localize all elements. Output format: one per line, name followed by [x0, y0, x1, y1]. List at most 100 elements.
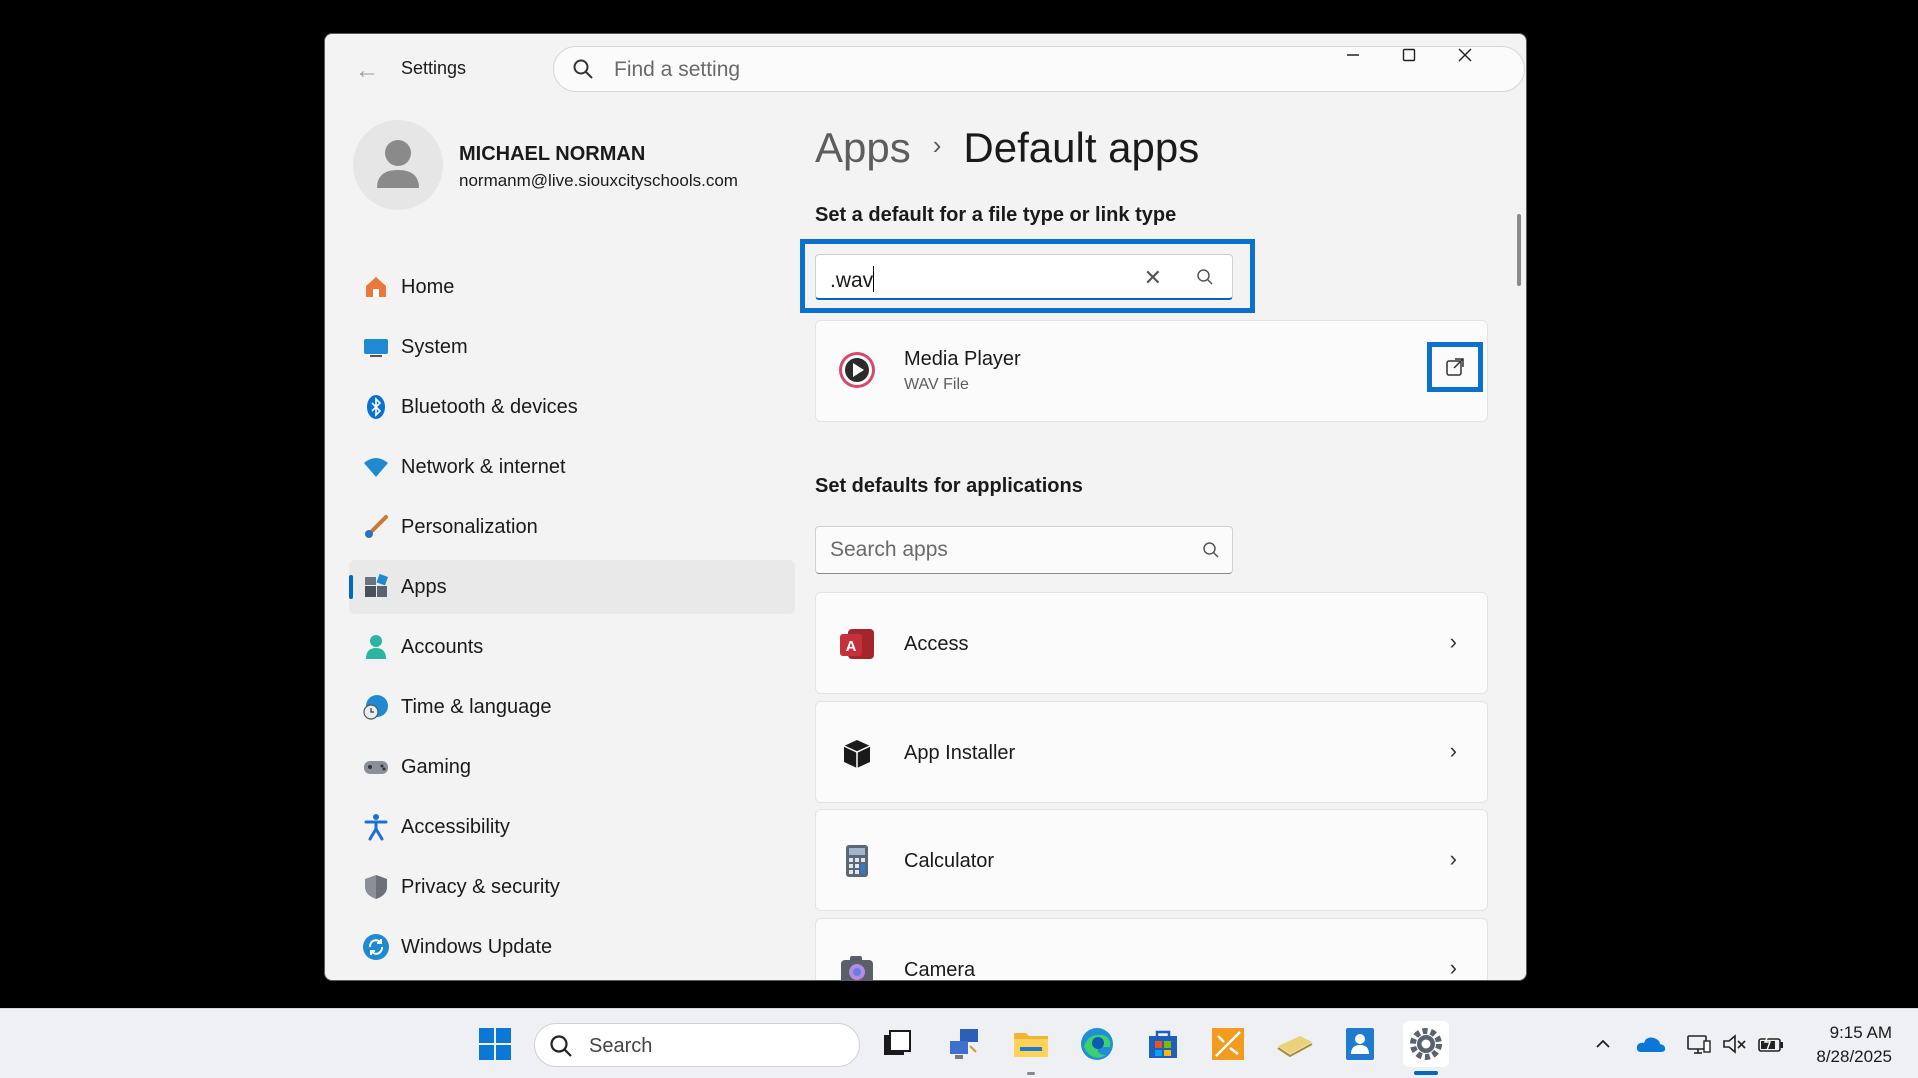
- apps-search-box[interactable]: [815, 526, 1233, 574]
- taskbar-search-label: Search: [589, 1035, 653, 1057]
- sidebar-item-apps[interactable]: Apps: [349, 560, 795, 614]
- sidebar-item-bluetooth[interactable]: Bluetooth & devices: [349, 380, 795, 434]
- maximize-icon: [1402, 48, 1416, 62]
- accounts-icon: [361, 632, 391, 662]
- accessibility-icon: [361, 812, 391, 842]
- calculator-icon: [838, 842, 876, 880]
- notes-icon: [1277, 1036, 1313, 1058]
- onedrive-icon: [1636, 1037, 1666, 1052]
- apps-icon: [361, 572, 391, 602]
- text-caret: [873, 266, 875, 292]
- bluetooth-icon: [361, 392, 391, 422]
- open-external-button[interactable]: [1427, 342, 1483, 392]
- taskbar-app-edge[interactable]: [1074, 1021, 1120, 1067]
- app-row-app-installer[interactable]: App Installer ›: [815, 701, 1488, 803]
- system-icon: [361, 332, 391, 362]
- app-row-access[interactable]: A Access ›: [815, 592, 1488, 694]
- filetype-value[interactable]: .wav: [830, 266, 875, 293]
- battery-button[interactable]: [1754, 1027, 1788, 1061]
- file-explorer-icon: [1014, 1033, 1048, 1057]
- network-button[interactable]: [1682, 1027, 1716, 1061]
- taskbar: Search 9:15 AM 8/28/2025: [0, 1008, 1918, 1078]
- app-row-camera[interactable]: Camera ›: [815, 918, 1488, 980]
- home-icon: [361, 272, 391, 302]
- volume-muted-icon: [1723, 1034, 1746, 1054]
- sidebar-item-label: Personalization: [401, 515, 538, 538]
- sidebar-item-gaming[interactable]: Gaming: [349, 740, 795, 794]
- sidebar-item-label: Apps: [401, 575, 447, 598]
- sidebar-item-accessibility[interactable]: Accessibility: [349, 800, 795, 854]
- app-name: Access: [904, 633, 969, 655]
- orange-app-icon: [1212, 1028, 1244, 1060]
- taskbar-app-file-explorer[interactable]: [1008, 1021, 1054, 1067]
- app-row-calculator[interactable]: Calculator ›: [815, 809, 1488, 911]
- start-button[interactable]: [472, 1021, 518, 1067]
- edge-icon: [1081, 1028, 1113, 1060]
- settings-search-input[interactable]: [614, 53, 1214, 87]
- taskbar-app-store[interactable]: [1140, 1021, 1186, 1067]
- sidebar-item-label: Gaming: [401, 755, 472, 778]
- network-icon: [1687, 1035, 1711, 1054]
- sidebar-item-label: Bluetooth & devices: [401, 395, 578, 418]
- maximize-button[interactable]: [1381, 40, 1437, 70]
- chevron-right-icon: ›: [1449, 629, 1457, 654]
- running-indicator: [1027, 1072, 1035, 1075]
- show-hidden-icons-button[interactable]: [1586, 1027, 1620, 1061]
- sidebar-item-label: System: [401, 335, 468, 358]
- avatar[interactable]: [353, 120, 443, 210]
- taskbar-app-settings[interactable]: [1403, 1021, 1449, 1067]
- sidebar-item-label: Privacy & security: [401, 875, 560, 898]
- taskbar-app-remote-desktop[interactable]: [941, 1021, 987, 1067]
- wifi-icon: [361, 452, 391, 482]
- apps-heading: Set defaults for applications: [815, 475, 1083, 497]
- filetype-heading: Set a default for a file type or link ty…: [815, 204, 1177, 226]
- sidebar-item-personalization[interactable]: Personalization: [349, 500, 795, 554]
- task-view-button[interactable]: [874, 1021, 920, 1067]
- clock[interactable]: 9:15 AM 8/28/2025: [1816, 1021, 1892, 1069]
- sidebar-item-home[interactable]: Home: [349, 260, 795, 314]
- back-button[interactable]: ←: [347, 56, 387, 86]
- update-icon: [361, 932, 391, 962]
- sidebar-item-windows-update[interactable]: Windows Update: [349, 920, 795, 974]
- apps-search-input[interactable]: [830, 535, 1190, 565]
- sidebar-item-privacy[interactable]: Privacy & security: [349, 860, 795, 914]
- search-icon: [549, 1034, 573, 1063]
- brush-icon: [361, 512, 391, 542]
- access-icon: A: [838, 625, 876, 663]
- sidebar-item-time-language[interactable]: Time & language: [349, 680, 795, 734]
- sidebar-item-system[interactable]: System: [349, 320, 795, 374]
- filetype-result-card[interactable]: Media Player WAV File: [815, 320, 1488, 422]
- sidebar-item-label: Accessibility: [401, 815, 510, 838]
- taskbar-app-contacts[interactable]: [1337, 1021, 1383, 1067]
- active-app-indicator: [1414, 1071, 1438, 1075]
- sidebar-nav: Home System Bluetooth & devices Network …: [349, 260, 795, 980]
- sidebar-item-network[interactable]: Network & internet: [349, 440, 795, 494]
- taskbar-app-notes[interactable]: [1271, 1021, 1317, 1067]
- clear-icon[interactable]: ✕: [1144, 265, 1162, 291]
- result-file-type: WAV File: [904, 376, 969, 393]
- minimize-button[interactable]: [1325, 40, 1381, 70]
- breadcrumb: Apps › Default apps: [815, 124, 1199, 172]
- search-icon[interactable]: [1196, 268, 1214, 291]
- close-icon: [1458, 48, 1472, 62]
- active-indicator: [349, 575, 353, 599]
- filetype-input[interactable]: .wav ✕: [815, 254, 1233, 300]
- chevron-right-icon: ›: [932, 130, 942, 160]
- taskbar-search[interactable]: Search: [534, 1023, 860, 1067]
- sidebar-item-label: Network & internet: [401, 455, 566, 478]
- breadcrumb-apps[interactable]: Apps: [815, 124, 911, 171]
- profile-name: MICHAEL NORMAN: [459, 143, 646, 165]
- volume-button[interactable]: [1718, 1027, 1752, 1061]
- close-button[interactable]: [1437, 40, 1493, 70]
- gear-icon: [1410, 1028, 1442, 1060]
- sidebar-item-label: Windows Update: [401, 935, 553, 958]
- scrollbar[interactable]: [1517, 214, 1521, 286]
- onedrive-button[interactable]: [1634, 1027, 1668, 1061]
- windows-logo-icon: [479, 1028, 511, 1060]
- sidebar-item-accounts[interactable]: Accounts: [349, 620, 795, 674]
- search-icon: [572, 58, 594, 85]
- svg-text:A: A: [846, 638, 857, 655]
- taskbar-app-orange[interactable]: [1205, 1021, 1251, 1067]
- globe-clock-icon: [361, 692, 391, 722]
- title-bar: ← Settings: [325, 34, 1526, 104]
